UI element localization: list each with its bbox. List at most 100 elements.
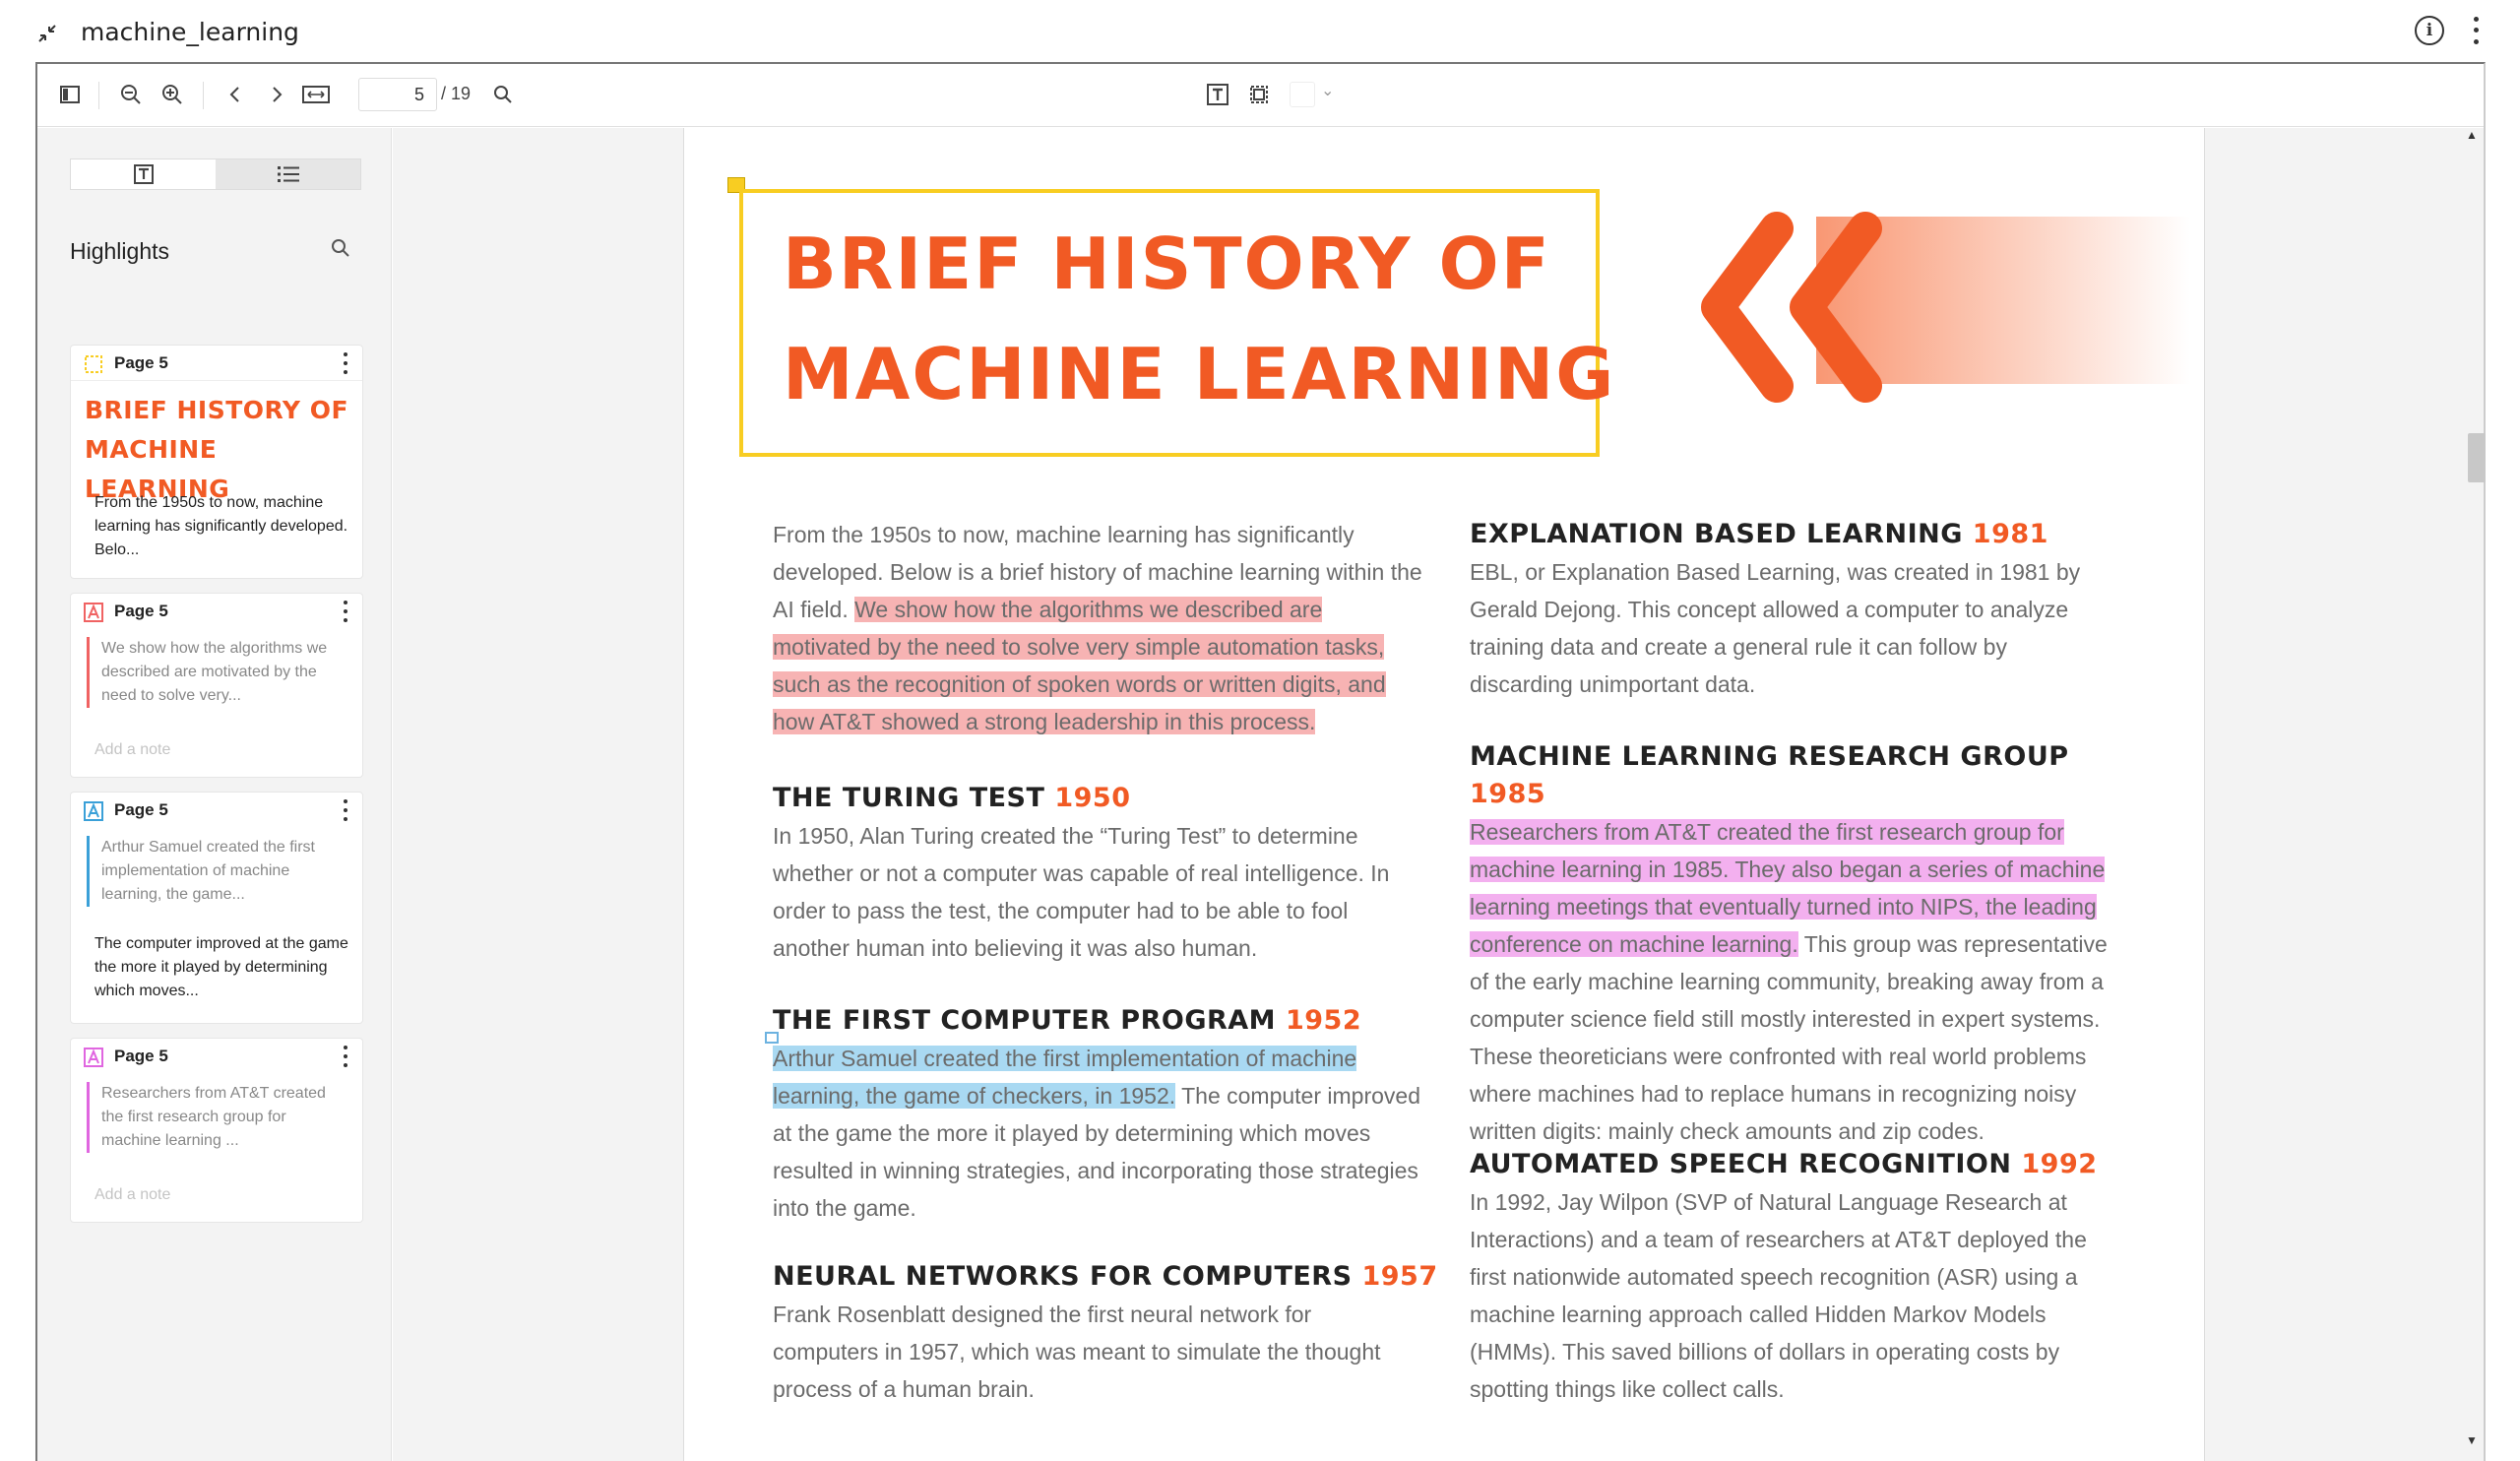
section-heading: NEURAL NETWORKS FOR COMPUTERS 1957 (773, 1258, 1442, 1296)
highlight-card[interactable]: Page 5 BRIEF HISTORY OF MACHINE LEARNING… (70, 345, 363, 579)
more-options-icon[interactable] (341, 601, 350, 622)
section-body: In 1950, Alan Turing created the “Turing… (773, 823, 1390, 961)
double-chevron-icon (1701, 212, 1882, 403)
heading-year: 1957 (1361, 1261, 1438, 1292)
section-asr: AUTOMATED SPEECH RECOGNITION 1992 In 199… (1470, 1146, 2139, 1408)
heading-text: AUTOMATED SPEECH RECOGNITION (1470, 1149, 2012, 1179)
info-icon[interactable]: i (2415, 16, 2444, 45)
card-header: Page 5 (71, 1039, 362, 1074)
card-page-label: Page 5 (114, 353, 168, 372)
intro-paragraph: From the 1950s to now, machine learning … (773, 516, 1424, 740)
list-icon (277, 166, 299, 182)
heading-text: EXPLANATION BASED LEARNING (1470, 519, 1963, 549)
scrollbar-thumb[interactable] (2468, 433, 2486, 482)
section-heading: MACHINE LEARNING RESEARCH GROUP 1985 (1470, 738, 2139, 813)
search-icon[interactable] (329, 236, 356, 264)
section-body: Frank Rosenblatt designed the first neur… (773, 1302, 1381, 1402)
zoom-out-icon[interactable] (116, 80, 146, 109)
zoom-in-icon[interactable] (158, 80, 187, 109)
text-highlight-icon (83, 1047, 104, 1068)
text-highlight-icon (83, 800, 104, 822)
card-page-label: Page 5 (114, 800, 168, 819)
heading-text: THE FIRST COMPUTER PROGRAM (773, 1005, 1277, 1036)
section-heading: THE TURING TEST 1950 (773, 780, 1442, 817)
annotations-sidebar: Highlights Page 5 BRIEF HISTORY OF MACHI… (37, 128, 392, 1461)
card-header: Page 5 (71, 346, 362, 381)
comment-marker-icon[interactable] (765, 1032, 779, 1044)
highlight-card[interactable]: Page 5 Researchers from AT&T created the… (70, 1038, 363, 1223)
section-body: Arthur Samuel created the first implemen… (773, 1040, 1422, 1227)
next-page-icon[interactable] (262, 80, 291, 109)
pdf-page: BRIEF HISTORY OF MACHINE LEARNING From t… (683, 128, 2205, 1461)
heading-text: NEURAL NETWORKS FOR COMPUTERS (773, 1261, 1353, 1292)
heading-year: 1992 (2021, 1149, 2098, 1179)
heading-year: 1952 (1285, 1005, 1362, 1036)
more-options-icon[interactable] (341, 1046, 350, 1067)
highlight-card[interactable]: Page 5 Arthur Samuel created the first i… (70, 792, 363, 1024)
text-box-icon (133, 164, 154, 184)
card-quote: Arthur Samuel created the first implemen… (87, 836, 339, 907)
chevron-down-icon[interactable]: ⌄ (1321, 81, 1334, 100)
text-highlight-tool-icon[interactable] (1203, 80, 1232, 109)
section-turing: THE TURING TEST 1950 In 1950, Alan Turin… (773, 780, 1442, 967)
area-highlight-tool-icon[interactable] (1244, 80, 1274, 109)
more-options-icon[interactable] (341, 799, 350, 821)
page-number-input[interactable]: 5 (358, 78, 437, 111)
card-note: The computer improved at the game the mo… (94, 935, 348, 999)
area-highlight-icon (83, 353, 104, 375)
highlights-heading: Highlights (70, 238, 169, 264)
document-area: BRIEF HISTORY OF MACHINE LEARNING From t… (393, 128, 2484, 1461)
scroll-down-arrow[interactable]: ▼ (2466, 1433, 2478, 1447)
tab-thumbnails[interactable] (71, 159, 216, 189)
section-mlrg: MACHINE LEARNING RESEARCH GROUP 1985 Res… (1470, 738, 2139, 1150)
highlight-color-picker[interactable] (1290, 82, 1315, 107)
heading-text: MACHINE LEARNING RESEARCH GROUP (1470, 741, 2069, 772)
title-bar: machine_learning i (0, 0, 2520, 63)
section-ebl: EXPLANATION BASED LEARNING 1981 EBL, or … (1470, 516, 2139, 703)
collapse-icon[interactable] (32, 18, 63, 49)
section-first-program: THE FIRST COMPUTER PROGRAM 1952 Arthur S… (773, 1002, 1442, 1227)
card-header: Page 5 (71, 594, 362, 629)
card-quote: We show how the algorithms we described … (87, 637, 339, 708)
fit-width-icon[interactable] (301, 80, 331, 109)
page-title-line: BRIEF HISTORY OF (783, 222, 1551, 305)
heading-text: THE TURING TEST (773, 783, 1045, 813)
page-title-line: MACHINE LEARNING (783, 333, 1616, 415)
card-quote: Researchers from AT&T created the first … (87, 1082, 339, 1153)
heading-year: 1950 (1054, 783, 1131, 813)
sidebar-toggle-icon[interactable] (55, 80, 85, 109)
add-note-input[interactable]: Add a note (94, 741, 170, 759)
section-heading: AUTOMATED SPEECH RECOGNITION 1992 (1470, 1146, 2139, 1183)
card-page-label: Page 5 (114, 1047, 168, 1065)
sidebar-tabs (70, 159, 361, 190)
section-body: Researchers from AT&T created the first … (1470, 813, 2108, 1150)
viewer-toolbar: 5 / 19 ⌄ (37, 64, 2484, 127)
highlighted-text[interactable]: We show how the algorithms we described … (773, 597, 1386, 734)
section-heading: EXPLANATION BASED LEARNING 1981 (1470, 516, 2139, 553)
highlight-card[interactable]: Page 5 We show how the algorithms we des… (70, 593, 363, 778)
card-page-label: Page 5 (114, 602, 168, 620)
body-text: This group was representative of the ear… (1470, 931, 2108, 1144)
document-title: machine_learning (81, 18, 299, 46)
snapshot-line: BRIEF HISTORY OF (85, 396, 349, 424)
page-total: / 19 (441, 84, 472, 103)
tab-annotations[interactable] (216, 159, 360, 189)
area-highlight-box[interactable]: BRIEF HISTORY OF MACHINE LEARNING (739, 189, 1613, 457)
card-note: From the 1950s to now, machine learning … (94, 494, 348, 558)
toolbar-divider (98, 82, 99, 109)
section-body: EBL, or Explanation Based Learning, was … (1470, 559, 2081, 697)
heading-year: 1981 (1972, 519, 2048, 549)
section-neural-networks: NEURAL NETWORKS FOR COMPUTERS 1957 Frank… (773, 1258, 1442, 1408)
search-icon[interactable] (488, 80, 518, 109)
more-options-icon[interactable] (2466, 14, 2486, 47)
section-heading: THE FIRST COMPUTER PROGRAM 1952 (773, 1002, 1442, 1040)
add-note-input[interactable]: Add a note (94, 1186, 170, 1204)
more-options-icon[interactable] (341, 352, 350, 374)
section-body: In 1992, Jay Wilpon (SVP of Natural Lang… (1470, 1189, 2087, 1402)
toolbar-divider (203, 82, 204, 109)
heading-year: 1985 (1470, 779, 1546, 809)
previous-page-icon[interactable] (220, 80, 250, 109)
scroll-up-arrow[interactable]: ▲ (2466, 128, 2478, 142)
pdf-viewer: 5 / 19 ⌄ Highlights Page 5 BRIEF HISTORY… (35, 62, 2486, 1461)
card-header: Page 5 (71, 793, 362, 828)
